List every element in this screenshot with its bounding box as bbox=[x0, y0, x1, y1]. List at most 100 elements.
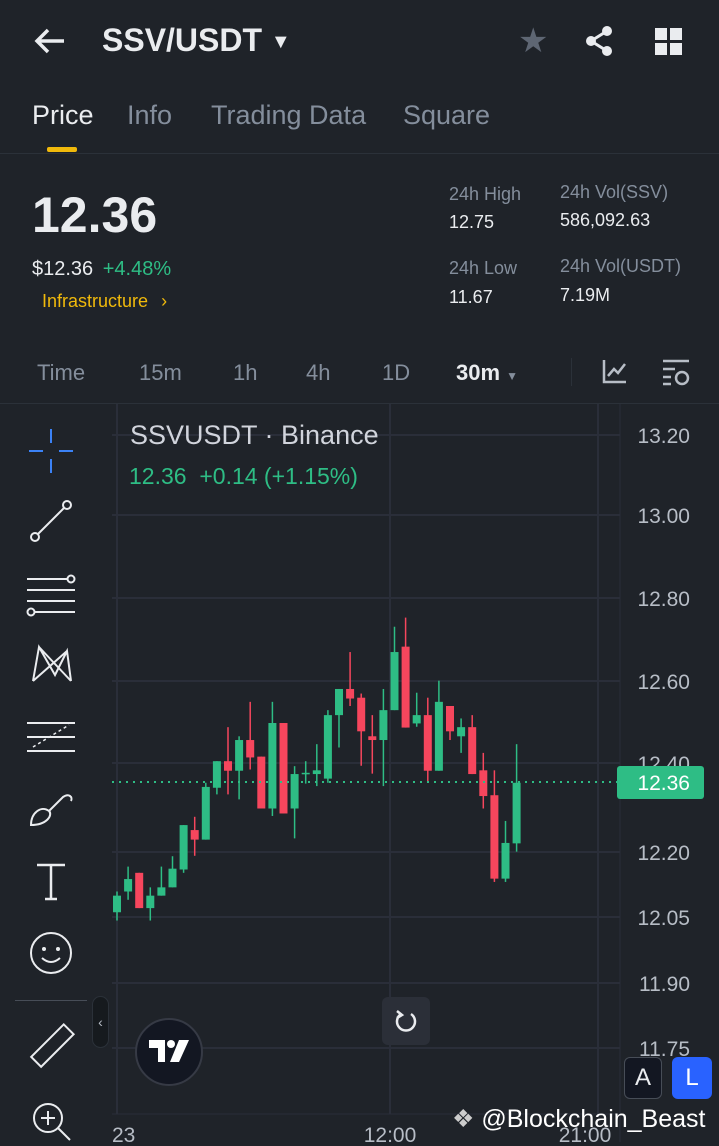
candle-up bbox=[268, 701, 277, 816]
price-axis-label: 12.60 bbox=[637, 671, 690, 694]
tab-price[interactable]: Price bbox=[32, 100, 94, 131]
log-scale-button[interactable]: L bbox=[672, 1057, 712, 1099]
candle-down bbox=[468, 715, 477, 775]
tf-1h[interactable]: 1h bbox=[233, 360, 257, 386]
candle-up bbox=[212, 761, 221, 795]
candle-up bbox=[434, 680, 443, 771]
chart-settings-icon[interactable] bbox=[661, 357, 691, 392]
caret-down-icon: ▼ bbox=[270, 31, 291, 54]
candlestick-chart[interactable]: 13.2013.0012.8012.6012.4012.2012.0511.90… bbox=[0, 404, 719, 1142]
watermark: ❖ @Blockchain_Beast bbox=[452, 1104, 705, 1134]
candle-up bbox=[501, 820, 510, 882]
candle-up bbox=[390, 626, 399, 711]
tf-4h[interactable]: 4h bbox=[306, 360, 330, 386]
tf-selected[interactable]: 30m ▼ bbox=[456, 360, 518, 386]
candle-body bbox=[124, 879, 133, 892]
candle-body bbox=[201, 786, 210, 840]
vol-quote-value: 7.19M bbox=[560, 285, 611, 305]
high-label: 24h High bbox=[449, 184, 522, 204]
candle-body bbox=[146, 895, 155, 909]
active-tab-indicator bbox=[47, 147, 77, 152]
tab-square[interactable]: Square bbox=[403, 100, 490, 131]
tradingview-logo[interactable] bbox=[135, 1018, 203, 1086]
tf-selected-label: 30m bbox=[456, 360, 501, 385]
candle-body bbox=[113, 895, 121, 913]
vol-quote-label: 24h Vol(USDT) bbox=[560, 256, 682, 276]
candle-down bbox=[246, 701, 255, 770]
candle-body bbox=[479, 770, 488, 797]
candle-up bbox=[512, 744, 521, 852]
tab-trading-data[interactable]: Trading Data bbox=[211, 100, 366, 131]
candle-body bbox=[390, 652, 399, 711]
candle-body bbox=[357, 697, 366, 732]
candle-body bbox=[246, 740, 255, 758]
candle-body bbox=[212, 761, 221, 788]
indicator-icon[interactable] bbox=[602, 358, 628, 389]
candle-down bbox=[279, 723, 288, 814]
auto-scale-button[interactable]: A bbox=[624, 1057, 662, 1099]
low-value: 11.67 bbox=[449, 287, 493, 307]
high-value: 12.75 bbox=[449, 212, 495, 232]
candle-up bbox=[412, 692, 421, 727]
price-change: +4.48% bbox=[102, 258, 172, 280]
candle-body bbox=[190, 830, 199, 840]
candle-down bbox=[257, 756, 266, 809]
candle-body bbox=[312, 770, 321, 775]
candle-body bbox=[235, 740, 244, 771]
divider bbox=[571, 358, 572, 386]
price-axis-label: 12.80 bbox=[637, 588, 690, 611]
vol-base-value: 586,092.63 bbox=[560, 210, 651, 230]
price-axis-label: 13.00 bbox=[637, 505, 690, 528]
candle-down bbox=[368, 715, 377, 774]
candle-up bbox=[146, 887, 155, 921]
chart-ohlc-legend: 12.36 +0.14 (+1.15%) bbox=[129, 463, 358, 490]
price-axis-label: 13.20 bbox=[637, 425, 690, 448]
candle-body bbox=[168, 868, 177, 888]
pair-selector[interactable]: SSV/USDT ▼ bbox=[102, 22, 291, 59]
candle-body bbox=[290, 774, 299, 809]
candle-up bbox=[235, 736, 244, 800]
time-axis-label: 23 bbox=[112, 1124, 135, 1142]
reset-chart-button[interactable] bbox=[382, 997, 430, 1045]
candle-body bbox=[268, 723, 277, 809]
star-icon[interactable]: ★ bbox=[518, 24, 548, 58]
candle-body bbox=[501, 842, 510, 879]
last-price: 12.36 bbox=[32, 187, 158, 243]
divider bbox=[0, 153, 719, 154]
share-icon[interactable] bbox=[583, 25, 615, 62]
candle-up bbox=[323, 710, 332, 783]
candle-body bbox=[446, 705, 454, 732]
candle-up bbox=[379, 688, 388, 787]
vol-base-label: 24h Vol(SSV) bbox=[560, 182, 669, 202]
candle-down bbox=[224, 727, 232, 795]
candle-body bbox=[423, 715, 432, 771]
legend-last: 12.36 bbox=[129, 463, 187, 489]
candle-down bbox=[446, 705, 454, 741]
candle-body bbox=[335, 688, 343, 716]
last-price-tag-label: 12.36 bbox=[637, 772, 690, 795]
tf-time[interactable]: Time bbox=[37, 360, 85, 386]
candle-body bbox=[368, 736, 377, 741]
candle-up bbox=[157, 866, 166, 896]
candle-body bbox=[457, 727, 466, 737]
candle-down bbox=[135, 872, 144, 909]
tab-info[interactable]: Info bbox=[127, 100, 172, 131]
back-arrow-icon[interactable] bbox=[30, 24, 70, 58]
tf-1d[interactable]: 1D bbox=[382, 360, 410, 386]
candle-body bbox=[412, 715, 421, 724]
candle-body bbox=[157, 887, 166, 896]
category-link[interactable]: Infrastructure › bbox=[42, 291, 167, 312]
candle-body bbox=[135, 872, 144, 909]
candle-down bbox=[346, 652, 355, 706]
candle-body bbox=[301, 772, 310, 775]
grid-icon[interactable] bbox=[655, 28, 683, 61]
tf-15m[interactable]: 15m bbox=[139, 360, 182, 386]
candle-down bbox=[423, 697, 432, 782]
category-label: Infrastructure bbox=[42, 291, 149, 311]
candle-up bbox=[168, 856, 177, 888]
candle-body bbox=[512, 782, 521, 844]
watermark-text: @Blockchain_Beast bbox=[481, 1105, 706, 1133]
candle-up bbox=[179, 825, 188, 873]
candle-down bbox=[190, 816, 199, 856]
candle-body bbox=[279, 723, 288, 814]
